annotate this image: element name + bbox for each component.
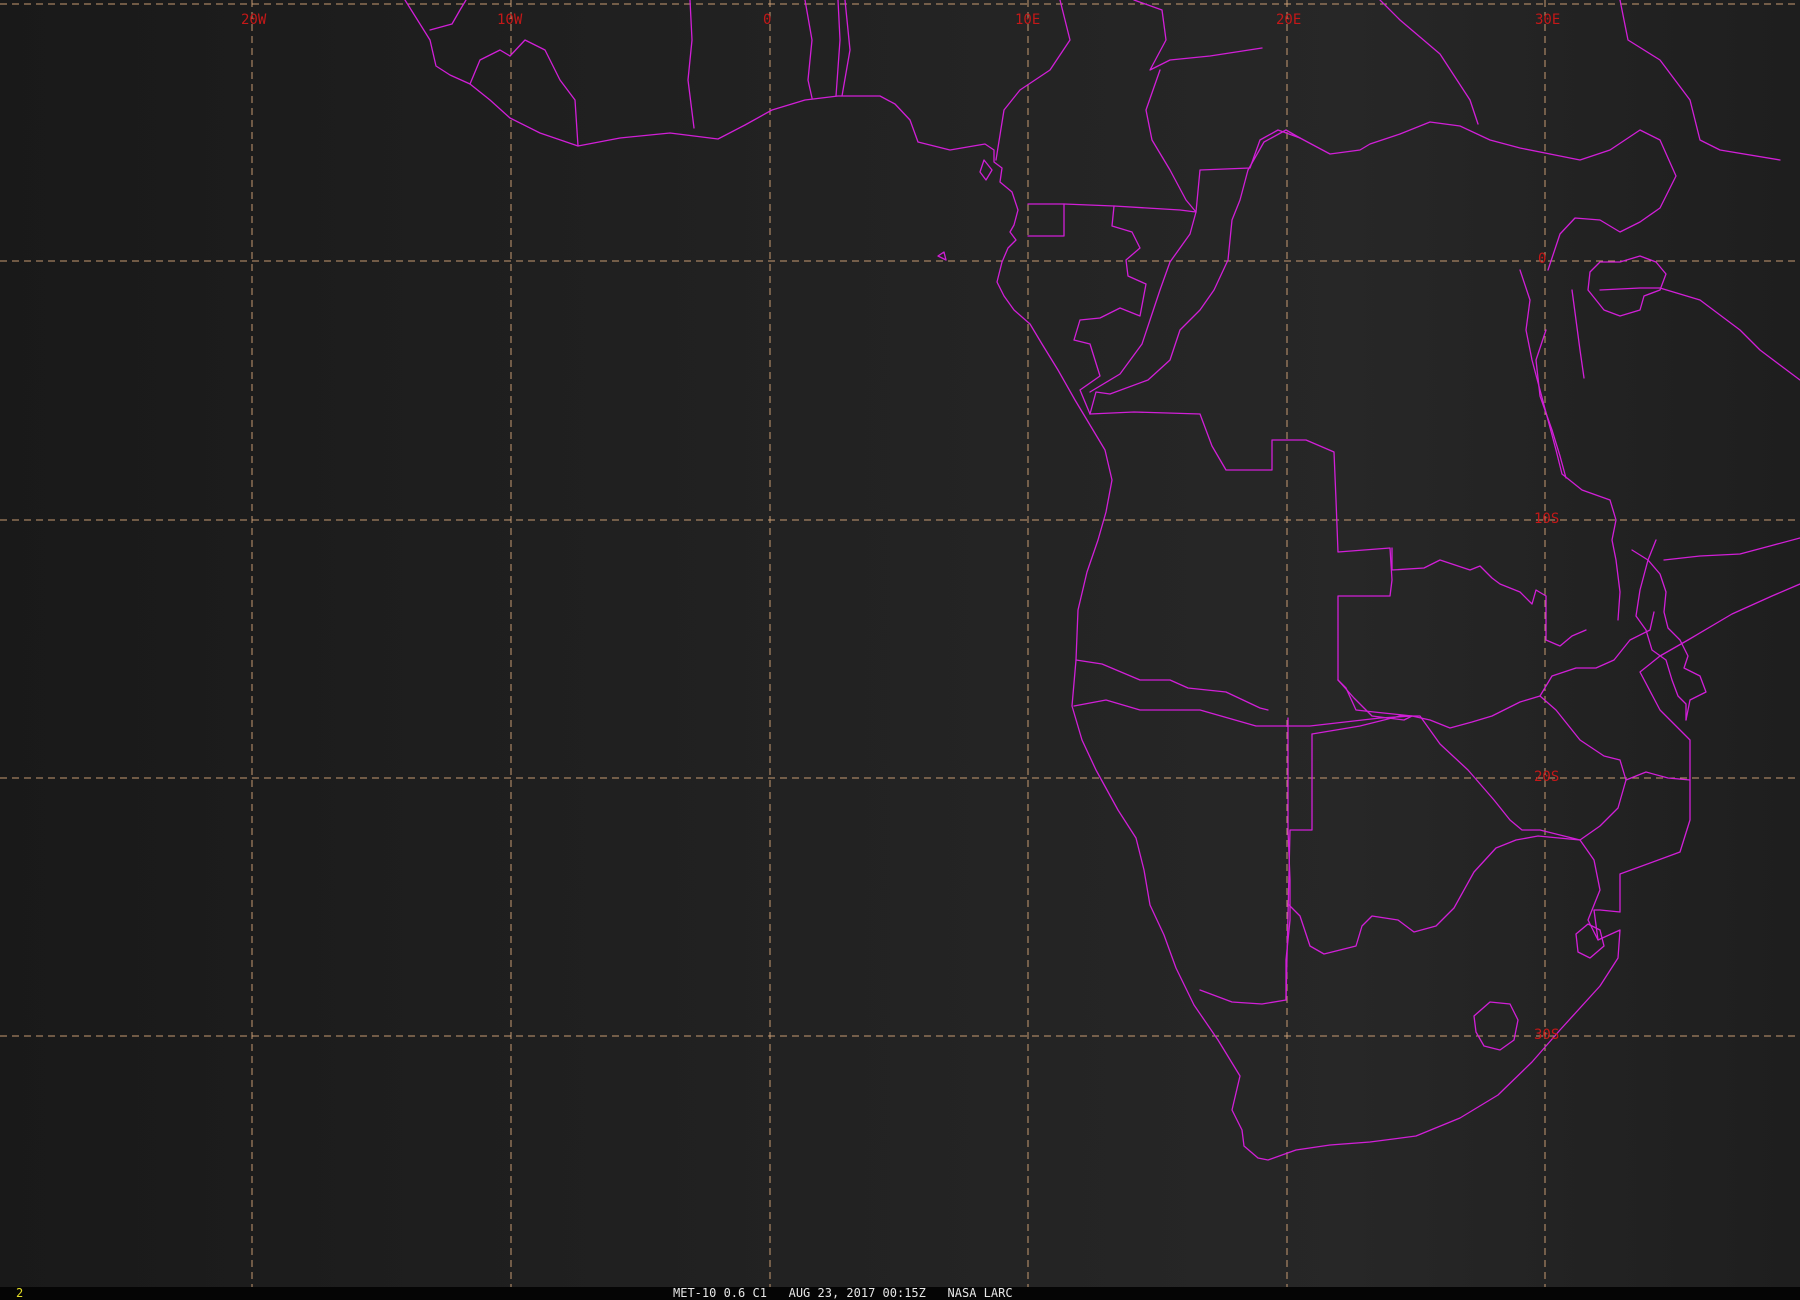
border-malawi-2 [1635, 539, 1687, 721]
west-africa-coastline [404, 0, 1800, 1161]
border-angola-east [1337, 679, 1413, 717]
border-ivory-coast [509, 39, 579, 147]
border-zambia-drc [1545, 595, 1587, 647]
border-sudan [1379, 0, 1479, 125]
border-benin [835, 0, 841, 97]
border-drc-south [1391, 547, 1547, 605]
border-zimbabwe-2 [1539, 695, 1627, 841]
lon-label-20w: 20W [241, 12, 267, 28]
border-liberia-2 [469, 49, 511, 85]
border-mozambique [1625, 771, 1691, 781]
latitude-labels: 0 10S 20S 30S [1534, 251, 1559, 1043]
border-nigeria [841, 0, 851, 97]
lat-label-30s: 30S [1534, 1027, 1559, 1043]
border-tanzania-2 [1571, 289, 1585, 379]
border-lake-tanganyika [1519, 269, 1621, 621]
lon-label-30e: 30E [1535, 12, 1560, 28]
satellite-image: 20W 10W 0 10E 20E 30E 0 10S 20S 30S [0, 0, 1800, 1287]
border-equatorial-guinea [1027, 203, 1065, 237]
border-lesotho [1473, 1001, 1519, 1051]
border-tanzania [1599, 287, 1800, 381]
map-canvas: 20W 10W 0 10E 20E 30E 0 10S 20S 30S [0, 0, 1800, 1287]
border-mozambique-north [1663, 537, 1800, 561]
border-eswatini [1575, 923, 1605, 959]
border-angola-north [1089, 411, 1393, 681]
sao-tome-island [937, 251, 947, 261]
lon-label-20e: 20E [1276, 12, 1301, 28]
status-bar: 2 MET-10 0.6 C1 AUG 23, 2017 00:15Z NASA… [0, 1287, 1800, 1300]
border-angola-south [1073, 699, 1413, 727]
longitude-grid [251, 0, 1546, 1287]
coastlines [404, 0, 1800, 1161]
lat-label-0: 0 [1538, 251, 1546, 267]
border-south-africa-north [1199, 989, 1287, 1005]
lon-label-0: 0 [763, 12, 771, 28]
border-togo [804, 0, 813, 99]
border-ghana [687, 0, 695, 129]
border-zambia [1337, 611, 1655, 729]
border-cameroon-2 [1145, 69, 1197, 213]
border-ethiopia [1619, 0, 1781, 161]
lon-label-10e: 10E [1015, 12, 1040, 28]
border-lake-west [1535, 329, 1567, 479]
lat-label-10s: 10S [1534, 511, 1559, 527]
border-malawi [1631, 549, 1707, 721]
border-car [1133, 0, 1263, 71]
border-botswana-3 [1287, 835, 1581, 955]
frame-number: 2 [16, 1286, 24, 1300]
image-caption: MET-10 0.6 C1 AUG 23, 2017 00:15Z NASA L… [673, 1286, 1013, 1300]
bioko-island [979, 159, 993, 181]
border-south-sudan [1547, 129, 1677, 271]
latitude-grid [0, 3, 1800, 1037]
lat-label-20s: 20S [1534, 769, 1559, 785]
lon-label-10w: 10W [497, 12, 523, 28]
longitude-labels: 20W 10W 0 10E 20E 30E [241, 12, 1560, 28]
border-namibia [1075, 659, 1269, 711]
border-lake-victoria [1587, 255, 1667, 317]
